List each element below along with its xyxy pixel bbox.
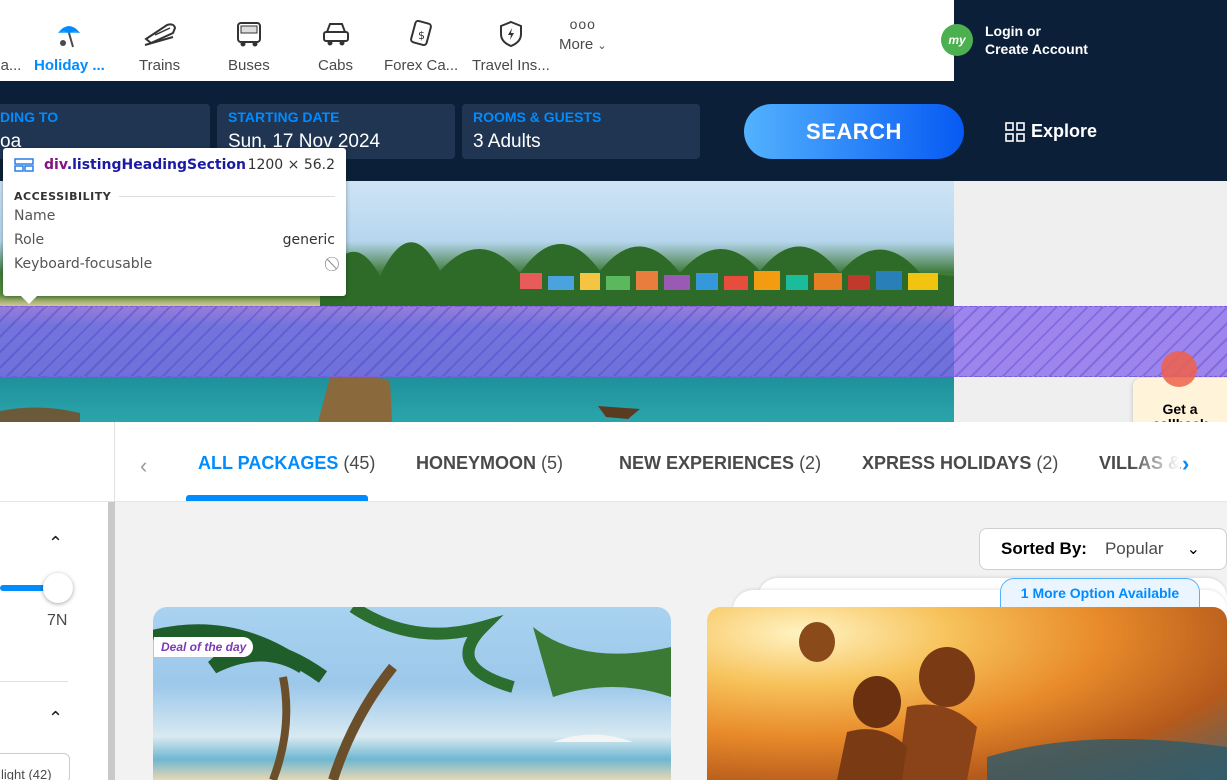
train-icon [143,19,177,49]
nav-item-flight-hotel[interactable]: a... [0,10,28,74]
chevron-up-icon[interactable]: ⌃ [48,533,63,554]
callback-line1: Get a [1162,401,1198,417]
flight-filter-chip[interactable]: light (42) [0,753,70,780]
tooltip-row: Keyboard-focusable ⃠ [14,256,335,275]
nav-item-label: Buses [228,57,270,74]
tab-label: NEW EXPERIENCES [619,453,795,473]
explore-button[interactable]: Explore [1005,121,1097,142]
search-button[interactable]: SEARCH [744,104,964,159]
holiday-umbrella-icon [52,19,86,49]
tooltip-row-value: generic [282,232,335,248]
package-card-image[interactable] [707,607,1227,780]
tab-new-experiences[interactable]: NEW EXPERIENCES (2) [619,453,821,474]
rooms-guests-field[interactable]: ROOMS & GUESTS 3 Adults [462,104,700,159]
package-tabs: ‹ ALL PACKAGES (45) HONEYMOON (5) NEW EX… [0,422,1227,502]
tab-count: (5) [541,453,564,473]
nav-item-trains[interactable]: Trains [139,10,180,74]
kids-splash-image [799,622,1227,780]
more-dots-icon: ooo [569,16,596,32]
nav-item-holiday[interactable]: Holiday ... [34,10,105,74]
tooltip-section-label: ACCESSIBILITY [14,190,112,203]
more-label: More [559,36,594,53]
tab-xpress-holidays[interactable]: XPRESS HOLIDAYS (2) [862,453,1058,474]
chevron-up-icon[interactable]: ⌃ [48,708,63,729]
palm-beach-image [153,607,671,780]
tooltip-section-heading: ACCESSIBILITY [14,190,335,203]
tooltip-row: Name [14,208,335,227]
tooltip-row-key: Keyboard-focusable [14,256,153,272]
tooltip-row-key: Name [14,208,56,224]
tab-label: XPRESS HOLIDAYS [862,453,1032,473]
starting-date-label: STARTING DATE [228,109,340,125]
tab-all-packages[interactable]: ALL PACKAGES (45) [198,453,375,474]
chip-label: light (42) [1,767,52,780]
forex-card-icon: $ [404,19,438,49]
nav-item-forex[interactable]: $ Forex Ca... [384,10,458,74]
rooms-guests-label: ROOMS & GUESTS [473,109,602,125]
tooltip-element-name: div.listingHeadingSection [44,157,246,173]
cab-icon [319,19,353,49]
phone-icon [1161,351,1197,387]
tab-count: (2) [799,453,822,473]
nav-item-label: Forex Ca... [384,57,459,74]
filter-divider [0,681,68,682]
devtools-element-highlight [0,306,1227,377]
tooltip-header: div.listingHeadingSection 1200 × 56.2 [14,154,335,176]
chevron-down-icon: ⌄ [597,40,607,52]
tab-count: (45) [343,453,376,473]
nav-item-insurance[interactable]: Travel Ins... [472,10,550,74]
tooltip-arrow [21,296,37,304]
tab-label: ALL PACKAGES [198,453,339,473]
package-card-image[interactable] [153,607,671,780]
sort-value: Popular [1104,539,1164,558]
active-tab-indicator [186,495,368,501]
flight-hotel-icon [0,19,28,49]
chevron-left-icon[interactable]: ‹ [140,453,147,479]
nav-item-cabs[interactable]: Cabs [318,10,353,74]
flex-container-icon [14,158,34,172]
tooltip-size: 1200 × 56.2 [247,157,335,173]
tab-count: (2) [1036,453,1059,473]
chevron-right-icon[interactable]: › [1182,451,1189,477]
nav-item-buses[interactable]: Buses [228,10,270,74]
login-button[interactable]: my Login or Create Account [941,22,1088,58]
more-menu[interactable]: ooo More ⌄ [559,16,607,53]
duration-slider-handle[interactable] [43,573,73,603]
deal-of-the-day-badge: Deal of the day [154,637,254,657]
nav-item-label: a... [0,57,22,74]
tab-label: HONEYMOON [416,453,537,473]
mmt-logo-icon: my [941,24,973,56]
svg-text:$: $ [418,29,425,42]
grid-icon [1005,121,1025,142]
nav-item-label: Travel Ins... [472,57,550,74]
tooltip-row-key: Role [14,232,45,248]
login-line2: Create Account [985,41,1088,57]
more-label-wrap: More ⌄ [559,36,607,53]
sort-label: Sorted By: [1001,539,1087,558]
more-options-badge[interactable]: 1 More Option Available [1000,578,1200,608]
chevron-down-icon: ⌄ [1186,541,1200,558]
tabs-fade [1130,422,1180,501]
nav-item-label: Trains [139,57,181,74]
going-to-label: DING TO [0,109,59,125]
duration-max-value: 7N [47,612,68,629]
login-line1: Login or [985,23,1041,39]
filter-scrollbar[interactable] [108,502,115,780]
travel-insurance-icon [494,19,528,49]
tooltip-row: Role generic [14,232,335,251]
devtools-tooltip: div.listingHeadingSection 1200 × 56.2 AC… [3,148,346,304]
nav-item-label: Cabs [318,57,354,74]
top-navbar: a... Holiday ... Trains Buses Cabs $ For… [0,0,954,81]
sort-dropdown[interactable]: Sorted By: Popular ⌄ [979,528,1227,570]
nav-item-label: Holiday ... [34,57,105,74]
tooltip-tag: div [44,157,67,173]
tooltip-class: .listingHeadingSection [66,157,246,173]
bus-icon [232,19,266,49]
tab-honeymoon[interactable]: HONEYMOON (5) [416,453,563,474]
tabs-divider [114,422,115,502]
login-text: Login or Create Account [985,22,1088,58]
rooms-guests-value: 3 Adults [473,131,541,152]
explore-label: Explore [1031,121,1098,141]
